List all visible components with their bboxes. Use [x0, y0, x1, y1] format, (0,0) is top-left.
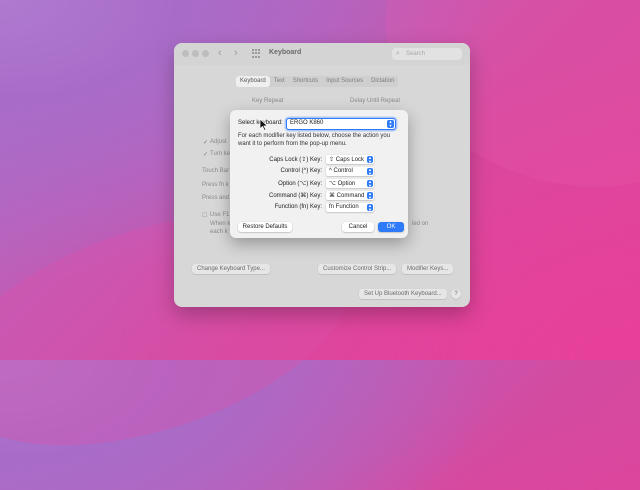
close-window-button[interactable] — [182, 50, 189, 57]
caps-lock-action: ⇪ Caps Lock — [329, 157, 365, 163]
window-title: Keyboard — [269, 49, 302, 56]
show-all-grid-icon[interactable] — [252, 49, 261, 58]
use-f-keys-checkbox[interactable]: ☐ — [202, 212, 207, 219]
adjust-checkbox[interactable]: ✓ — [203, 139, 208, 146]
help-button[interactable]: ? — [451, 289, 461, 299]
command-action: ⌘ Command — [329, 193, 365, 199]
set-up-bluetooth-keyboard-button[interactable]: Set Up Bluetooth Keyboard... — [359, 289, 447, 299]
title-bar: ‹ › Keyboard ⌕ Search — [174, 43, 470, 65]
function-popup[interactable]: fn Function ▲ ▼ — [326, 203, 374, 212]
chevron-updown-icon: ▲ ▼ — [367, 179, 373, 188]
cancel-button[interactable]: Cancel — [342, 222, 374, 232]
caps-lock-popup[interactable]: ⇪ Caps Lock ▲ ▼ — [326, 155, 374, 164]
modifier-keys-sheet: Select keyboard: ERGO K860 ▲ ▼ For each m… — [230, 110, 408, 238]
press-fn-label: Press fn k — [202, 182, 229, 188]
forward-arrow-icon[interactable]: › — [234, 47, 238, 59]
sheet-description: For each modifier key listed below, choo… — [238, 133, 391, 147]
chevron-updown-icon: ▲ ▼ — [367, 155, 373, 164]
search-field[interactable]: ⌕ Search — [392, 48, 462, 60]
control-action: ^ Control — [329, 168, 353, 174]
keyboard-select[interactable]: ERGO K860 ▲ ▼ — [286, 118, 396, 130]
when-label: When k — [210, 221, 231, 227]
press-and-label: Press and — [202, 195, 230, 201]
preferences-tabs: Keyboard Text Shortcuts Input Sources Di… — [236, 76, 399, 87]
chevron-updown-icon: ▲ ▼ — [367, 167, 373, 176]
delay-until-repeat-label: Delay Until Repeat — [350, 98, 401, 104]
selected-keyboard-value: ERGO K860 — [290, 120, 324, 126]
tab-input-sources[interactable]: Input Sources — [322, 76, 367, 87]
option-action: ⌥ Option — [329, 181, 356, 187]
chevron-updown-icon: ▲ ▼ — [367, 191, 373, 200]
mouse-cursor-icon — [260, 119, 268, 131]
restore-defaults-button[interactable]: Restore Defaults — [238, 222, 292, 232]
adjust-label: Adjust — [210, 139, 227, 145]
search-placeholder: Search — [406, 51, 426, 57]
led-on-label: led on — [412, 221, 429, 227]
touch-bar-label: Touch Bar — [202, 168, 230, 174]
search-icon: ⌕ — [396, 50, 400, 57]
chevron-updown-icon: ▲ ▼ — [387, 119, 394, 128]
option-popup[interactable]: ⌥ Option ▲ ▼ — [326, 179, 374, 188]
tab-text[interactable]: Text — [270, 76, 289, 87]
zoom-window-button[interactable] — [202, 50, 209, 57]
turn-keyboard-label: Turn ke — [210, 151, 231, 157]
turn-keyboard-checkbox[interactable]: ✓ — [203, 151, 208, 158]
ok-button[interactable]: OK — [378, 222, 404, 232]
control-popup[interactable]: ^ Control ▲ ▼ — [326, 167, 374, 176]
customize-control-strip-button[interactable]: Customize Control Strip... — [318, 264, 397, 274]
use-f-keys-label: Use F1 — [210, 212, 230, 218]
command-popup[interactable]: ⌘ Command ▲ ▼ — [326, 191, 374, 200]
tab-dictation[interactable]: Dictation — [367, 76, 398, 87]
change-keyboard-type-button[interactable]: Change Keyboard Type... — [192, 264, 270, 274]
modifier-keys-button[interactable]: Modifier Keys... — [402, 264, 454, 274]
each-label: each k — [210, 229, 228, 235]
tab-keyboard[interactable]: Keyboard — [236, 76, 270, 87]
key-repeat-label: Key Repeat — [252, 98, 284, 104]
function-action: fn Function — [329, 204, 359, 210]
option-key-label: Option (⌥) Key: — [278, 181, 322, 187]
tab-shortcuts[interactable]: Shortcuts — [289, 76, 322, 87]
back-arrow-icon[interactable]: ‹ — [218, 47, 222, 59]
chevron-updown-icon: ▲ ▼ — [367, 203, 373, 212]
function-key-label: Function (fn) Key: — [274, 204, 322, 210]
caps-lock-key-label: Caps Lock (⇪) Key: — [269, 157, 322, 163]
control-key-label: Control (^) Key: — [280, 168, 323, 174]
minimize-window-button[interactable] — [192, 50, 199, 57]
command-key-label: Command (⌘) Key: — [268, 193, 322, 199]
